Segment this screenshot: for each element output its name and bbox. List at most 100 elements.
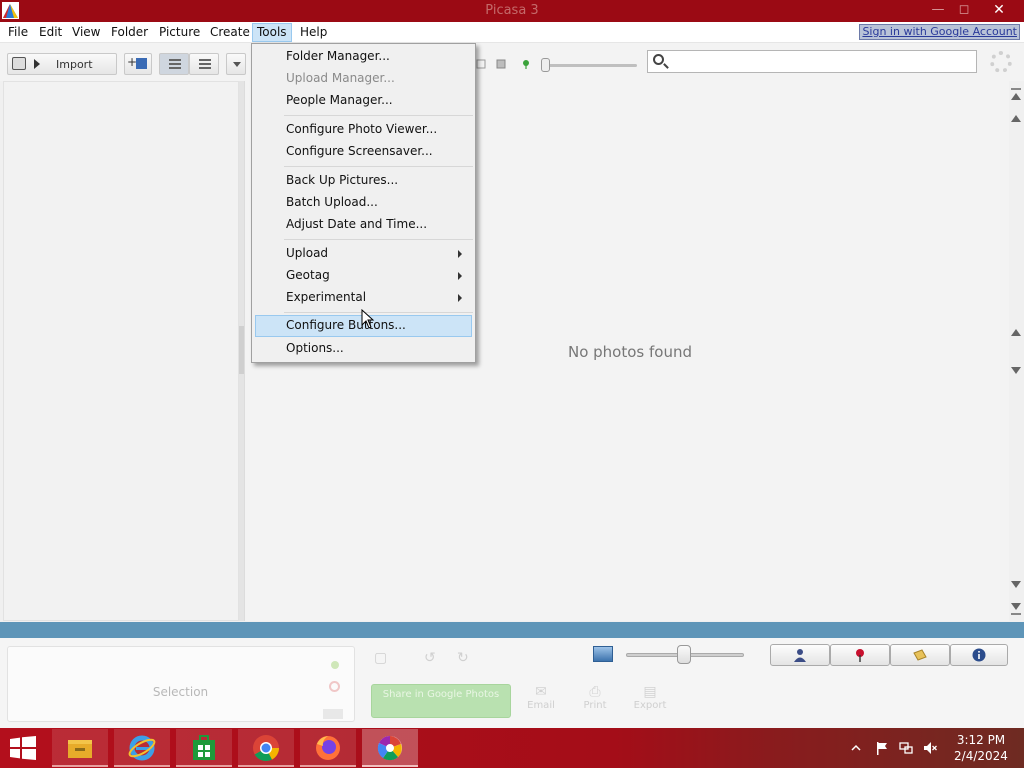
menu-item-batch-upload[interactable]: Batch Upload... [255,192,472,214]
menu-view[interactable]: View [68,23,104,42]
view-dropdown-button[interactable] [226,53,246,75]
menu-item-folder-manager[interactable]: Folder Manager... [255,46,472,68]
menu-item-options[interactable]: Options... [255,338,472,360]
add-to-album-button[interactable]: + [124,53,152,75]
menu-create[interactable]: Create [206,23,254,42]
submenu-arrow-icon [458,250,462,258]
taskbar: 3:12 PM 2/4/2024 [0,728,1024,768]
taskbar-picasa[interactable] [362,729,418,767]
camera-icon [12,57,26,70]
taskbar-chrome[interactable] [238,729,294,767]
email-button[interactable]: ✉ Email [521,684,561,718]
menu-help[interactable]: Help [296,23,331,42]
tags-panel-button[interactable] [890,644,950,666]
loading-spinner-icon [990,51,1012,73]
export-button[interactable]: ▤ Export [630,684,670,718]
menu-separator [284,239,473,240]
taskbar-internet-explorer[interactable] [114,729,170,767]
start-icon[interactable] [10,736,36,760]
scroll-page-down-icon[interactable] [1011,581,1021,588]
status-strip [0,622,1024,638]
menu-item-upload[interactable]: Upload [255,243,472,265]
export-folder-icon: ▤ [643,684,657,700]
menu-item-back-up-pictures[interactable]: Back Up Pictures... [255,170,472,192]
date-filter-slider-thumb[interactable] [541,58,550,72]
mouse-cursor-icon [361,309,375,329]
rotate-left-icon[interactable]: ↺ [424,650,444,666]
volume-muted-icon[interactable] [923,741,937,755]
submenu-arrow-icon [458,272,462,280]
menu-separator [284,166,473,167]
taskbar-store[interactable] [176,729,232,767]
flat-view-button[interactable] [159,53,189,75]
close-button[interactable]: ✕ [976,0,1022,22]
menu-picture[interactable]: Picture [155,23,204,42]
search-input[interactable] [670,53,970,70]
menu-item-experimental[interactable]: Experimental [255,287,472,309]
search-icon [653,54,664,65]
taskbar-file-explorer[interactable] [52,729,108,767]
taskbar-firefox[interactable] [300,729,356,767]
scroll-down-arrow-icon[interactable] [1011,603,1021,610]
filter-video-icon[interactable] [476,59,486,69]
add-to-album-dropdown-icon[interactable] [323,709,343,719]
list-icon [169,59,181,69]
filter-geotag-icon[interactable] [521,59,531,69]
store-icon [193,735,215,760]
export-label: Export [633,700,667,711]
filter-starred-icon[interactable] [496,59,506,69]
menu-separator [284,312,473,313]
share-button[interactable]: Share in Google Photos [371,684,511,718]
scroll-up-arrow-icon[interactable] [1011,93,1021,100]
places-panel-button[interactable] [830,644,890,666]
date-filter-slider-track[interactable] [545,64,637,67]
import-label: Import [56,58,93,71]
scroll-page-up-icon[interactable] [1011,115,1021,122]
menu-item-configure-screensaver[interactable]: Configure Screensaver... [255,141,472,163]
menu-bar: File Edit View Folder Picture Create Too… [0,22,1024,43]
clear-selection-icon[interactable] [329,681,340,692]
selection-tray[interactable]: Selection [7,646,355,722]
sign-in-link[interactable]: Sign in with Google Account [859,24,1020,40]
clock-date: 2/4/2024 [954,749,1008,763]
menu-edit[interactable]: Edit [35,23,66,42]
menu-item-adjust-date-time[interactable]: Adjust Date and Time... [255,214,472,236]
chrome-icon [253,735,279,761]
tree-view-button[interactable] [189,53,219,75]
taskbar-clock[interactable]: 3:12 PM 2/4/2024 [950,732,1012,764]
properties-panel-button[interactable] [950,644,1008,666]
thumbnail-size-thumb[interactable] [677,645,691,664]
arrow-right-icon [34,59,40,69]
import-button[interactable]: Import [7,53,117,75]
map-pin-icon [856,649,864,662]
scroll-down-icon[interactable] [1011,367,1021,374]
scroll-up-icon[interactable] [1011,329,1021,336]
menu-item-configure-photo-viewer[interactable]: Configure Photo Viewer... [255,119,472,141]
internet-explorer-icon [128,735,156,761]
print-label: Print [583,700,607,711]
show-hidden-icons-icon[interactable] [851,743,861,753]
folder-list-panel[interactable] [3,81,239,621]
vertical-scrollbar[interactable] [1009,81,1023,621]
bottom-tray: Selection ▢ ↺ ↻ Share in Google Photos ✉… [0,638,1024,728]
menu-tools[interactable]: Tools [252,23,292,42]
menu-file[interactable]: File [4,23,32,42]
network-icon[interactable] [899,741,913,755]
menu-item-geotag[interactable]: Geotag [255,265,472,287]
menu-item-people-manager[interactable]: People Manager... [255,90,472,112]
envelope-icon: ✉ [535,684,547,700]
print-button[interactable]: ⎙ Print [575,684,615,718]
scroll-top-bar-icon [1011,88,1021,90]
rotate-right-icon[interactable]: ↻ [457,650,477,666]
action-center-flag-icon[interactable] [875,741,889,755]
window-title: Picasa 3 [485,3,539,18]
hold-selection-icon[interactable] [331,661,339,669]
search-box[interactable] [647,50,977,73]
file-explorer-icon [68,740,92,758]
album-icon [136,58,147,69]
menu-folder[interactable]: Folder [107,23,152,42]
thumbnail-size-icon [593,646,613,662]
straighten-icon[interactable]: ▢ [374,650,394,666]
people-panel-button[interactable] [770,644,830,666]
menu-item-upload-manager[interactable]: Upload Manager... [255,68,472,90]
